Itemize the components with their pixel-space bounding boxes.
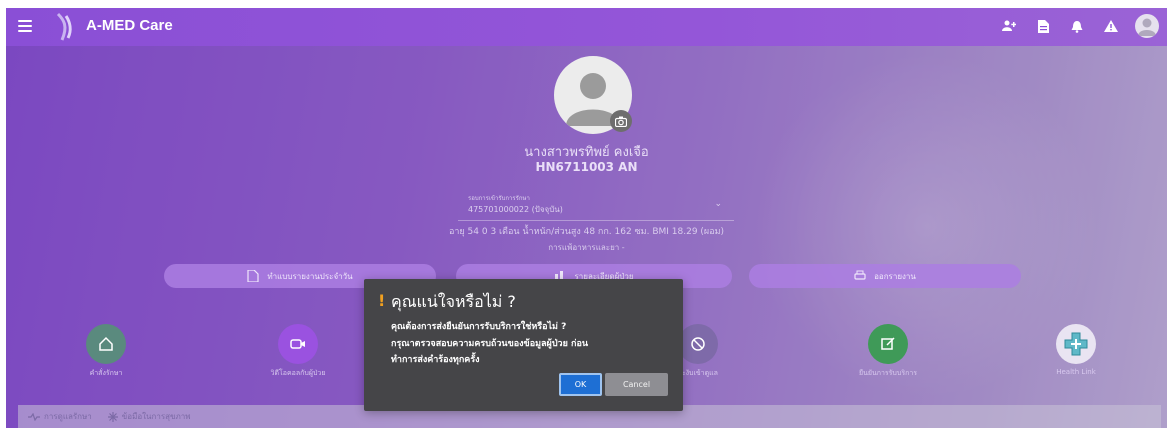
camera-icon[interactable] [610, 110, 632, 132]
print-report-label: ออกรายงาน [874, 271, 916, 281]
edit-icon [881, 337, 895, 350]
dialog-message-line-2: กรุณาตรวจสอบความครบถ้วนของข้อมูลผู้ป่วย … [391, 339, 588, 349]
document-icon [247, 270, 259, 282]
tab-treatment-label: การดูแลรักษา [44, 412, 92, 421]
app-title: A-MED Care [86, 17, 173, 34]
chevron-down-icon: ⌄ [714, 199, 722, 209]
dialog-title: คุณแน่ใจหรือไม่ ? [391, 292, 516, 311]
health-link-icon [1064, 332, 1088, 356]
home-icon [99, 336, 113, 351]
block-icon [691, 337, 705, 351]
video-call-label: วิดีโอคอลกับผู้ป่วย [270, 369, 326, 377]
top-app-bar: A-MED Care [6, 8, 1167, 46]
confirm-service-label: ยืนยันการรับบริการ [858, 369, 918, 377]
treatment-order-button[interactable] [86, 324, 126, 364]
health-link-button[interactable] [1056, 324, 1096, 364]
patient-name: นางสาวพรทิพย์ คงเจือ [524, 145, 649, 160]
age-weight-line: อายุ 54 0 3 เดือน น้ำหนัก/ส่วนสูง 48 กก.… [448, 227, 725, 237]
tab-health-info-label: ข้อมือในการสุขภาพ [121, 412, 191, 421]
visit-select[interactable]: รอบการเข้ารับการรักษา 475701000022 (ปัจจ… [458, 189, 734, 221]
visit-select-label: รอบการเข้ารับการรักษา [468, 195, 530, 202]
app-logo [54, 12, 76, 42]
warning-icon[interactable] [1101, 14, 1121, 38]
suspend-care-button[interactable] [678, 324, 718, 364]
exclamation-icon: ! [378, 291, 386, 310]
bell-icon[interactable] [1067, 14, 1087, 38]
pulse-icon [28, 412, 40, 421]
printer-icon [854, 270, 866, 280]
treatment-order-label: คำสั่งรักษา [89, 369, 123, 377]
video-call-button[interactable] [278, 324, 318, 364]
cancel-button[interactable]: Cancel [605, 373, 668, 396]
health-link-label: Health Link [1056, 368, 1096, 376]
profile-avatar[interactable] [1135, 14, 1159, 38]
confirm-dialog: ! คุณแน่ใจหรือไม่ ? คุณต้องการส่งยืนยันก… [364, 279, 683, 411]
document-icon[interactable] [1033, 14, 1053, 38]
add-user-icon[interactable] [999, 14, 1019, 38]
tab-health-info[interactable]: ข้อมือในการสุขภาพ [107, 410, 191, 423]
asterisk-icon [107, 411, 118, 422]
menu-icon[interactable] [18, 20, 32, 32]
dialog-message-line-1: คุณต้องการส่งยืนยันการรับบริการใช่หรือไม… [391, 322, 567, 332]
confirm-service-button[interactable] [868, 324, 908, 364]
visit-select-value: 475701000022 (ปัจจุบัน) [468, 205, 563, 214]
video-icon [290, 339, 305, 349]
daily-report-label: ทำแบบรายงานประจำวัน [267, 271, 353, 281]
ok-button[interactable]: OK [559, 373, 602, 396]
tab-treatment[interactable]: การดูแลรักษา [28, 410, 92, 423]
print-report-button[interactable]: ออกรายงาน [749, 264, 1021, 288]
dialog-message-line-3: ทำการส่งคำร้องทุกครั้ง [391, 355, 480, 365]
patient-hn: HN6711003 AN [535, 160, 638, 174]
allergy-line: การแพ้อาหารและยา - [548, 243, 625, 252]
